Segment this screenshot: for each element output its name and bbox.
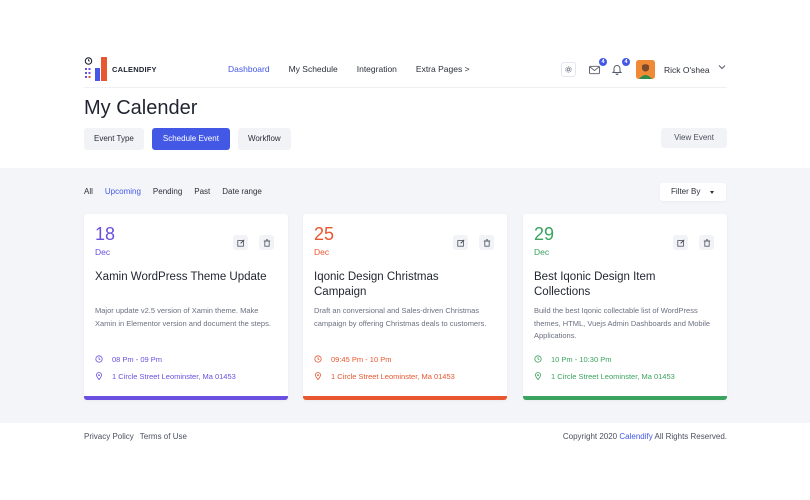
event-description: Draft an conversional and Sales-driven C… [314, 306, 487, 328]
page-title: My Calender [84, 97, 198, 119]
event-day: 25 [314, 224, 335, 244]
event-time-text: 10 Pm - 10:30 Pm [551, 355, 612, 364]
brand-name: CALENDIFY [112, 65, 157, 74]
footer-links: Privacy Policy Terms of Use [84, 432, 193, 441]
copyright-suffix: All Rights Reserved. [654, 432, 727, 441]
event-filters: All Upcoming Pending Past Date range [84, 187, 274, 196]
mail-icon [589, 65, 600, 75]
copyright: Copyright 2020 Calendify All Rights Rese… [563, 432, 727, 441]
caret-down-icon [710, 191, 714, 194]
chevron-down-icon[interactable] [718, 63, 726, 71]
gear-icon [565, 66, 572, 73]
tab-event-type[interactable]: Event Type [84, 128, 144, 150]
clock-icon [314, 355, 322, 363]
filter-date-range[interactable]: Date range [222, 187, 262, 196]
event-month: Dec [95, 247, 111, 257]
event-description: Major update v2.5 version of Xamin theme… [95, 306, 271, 328]
bell-icon [611, 65, 623, 75]
event-day: 18 [95, 224, 116, 244]
edit-button[interactable] [453, 235, 468, 250]
tab-schedule-event[interactable]: Schedule Event [151, 128, 230, 150]
delete-button[interactable] [479, 235, 494, 250]
event-card[interactable]: 25 Dec Iqonic Design Christmas Campaign … [303, 214, 507, 400]
delete-button[interactable] [259, 235, 274, 250]
event-day: 29 [534, 224, 555, 244]
navbar: CALENDIFY Dashboard My Schedule Integrat… [84, 52, 727, 88]
filter-past[interactable]: Past [194, 187, 210, 196]
filter-by-label: Filter By [671, 187, 701, 196]
settings-button[interactable] [561, 62, 576, 77]
user-name[interactable]: Rick O'shea [664, 65, 710, 75]
event-time-text: 08 Pm - 09 Pm [112, 355, 163, 364]
map-pin-icon [315, 372, 321, 380]
event-card[interactable]: 29 Dec Best Iqonic Design Item Collectio… [523, 214, 727, 400]
nav-my-schedule[interactable]: My Schedule [289, 64, 338, 74]
privacy-policy-link[interactable]: Privacy Policy [84, 432, 134, 441]
avatar[interactable] [636, 60, 655, 79]
event-location-text: 1 Circle Street Leominster, Ma 01453 [331, 372, 455, 381]
trash-icon [483, 238, 490, 247]
edit-button[interactable] [233, 235, 248, 250]
event-title: Xamin WordPress Theme Update [95, 271, 267, 283]
event-description: Build the best Iqonic collectable list o… [534, 306, 711, 340]
edit-icon [456, 238, 465, 247]
filter-all[interactable]: All [84, 187, 93, 196]
trash-icon [703, 238, 710, 247]
trash-icon [263, 238, 270, 247]
event-month: Dec [534, 247, 550, 257]
delete-button[interactable] [699, 235, 714, 250]
event-color-bar [84, 396, 288, 400]
edit-button[interactable] [673, 235, 688, 250]
map-pin-icon [96, 372, 102, 380]
notification-count-badge: 4 [622, 58, 630, 66]
edit-icon [236, 238, 245, 247]
event-card[interactable]: 18 Dec Xamin WordPress Theme Update Majo… [84, 214, 288, 400]
event-location-text: 1 Circle Street Leominster, Ma 01453 [551, 372, 675, 381]
event-location-text: 1 Circle Street Leominster, Ma 01453 [112, 372, 236, 381]
event-color-bar [523, 396, 727, 400]
event-time-text: 09:45 Pm - 10 Pm [331, 355, 392, 364]
main-menu: Dashboard My Schedule Integration Extra … [228, 64, 489, 74]
logo[interactable]: CALENDIFY [84, 56, 164, 84]
nav-integration[interactable]: Integration [357, 64, 397, 74]
event-title: Best Iqonic Design Item Collections [534, 271, 656, 298]
clock-icon [534, 355, 542, 363]
copyright-prefix: Copyright 2020 [562, 432, 618, 441]
mail-count-badge: 4 [599, 58, 607, 66]
clock-icon [95, 355, 103, 363]
messages-button[interactable]: 4 [589, 58, 607, 76]
terms-of-use-link[interactable]: Terms of Use [140, 432, 187, 441]
filter-upcoming[interactable]: Upcoming [105, 187, 141, 196]
view-event-button[interactable]: View Event [661, 128, 727, 148]
edit-icon [676, 238, 685, 247]
notifications-button[interactable]: 4 [611, 58, 630, 76]
map-pin-icon [535, 372, 541, 380]
copyright-brand-link[interactable]: Calendify [619, 432, 652, 441]
calendify-logo-icon [84, 57, 107, 81]
filter-pending[interactable]: Pending [153, 187, 182, 196]
header-area: CALENDIFY Dashboard My Schedule Integrat… [0, 0, 810, 168]
user-avatar-icon [636, 60, 655, 79]
tab-workflow[interactable]: Workflow [237, 128, 291, 150]
filter-by-dropdown[interactable]: Filter By [660, 183, 726, 201]
nav-extra-pages[interactable]: Extra Pages > [416, 64, 470, 74]
event-tabs: Event Type Schedule Event Workflow [84, 128, 299, 150]
event-color-bar [303, 396, 507, 400]
event-month: Dec [314, 247, 330, 257]
event-title: Iqonic Design Christmas Campaign [314, 271, 439, 298]
nav-dashboard[interactable]: Dashboard [228, 64, 270, 74]
